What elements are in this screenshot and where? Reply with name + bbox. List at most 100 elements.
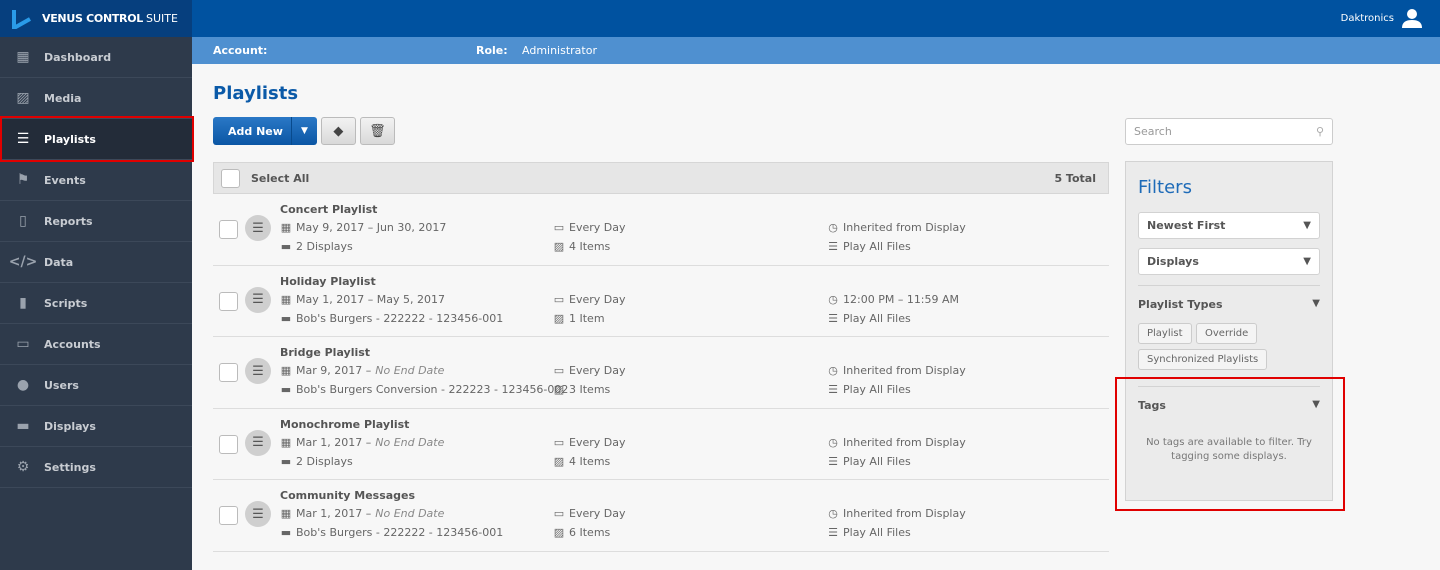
items: ▨ 1 Item [553, 312, 605, 325]
sidebar-item-label: Events [44, 173, 86, 187]
playlist-types-header[interactable]: Playlist Types ▼ [1138, 285, 1320, 311]
page-title: Playlists [213, 83, 299, 104]
playlist-title[interactable]: Community Messages [280, 489, 415, 502]
calendar-icon: ▭ [553, 221, 565, 234]
sidebar-item-label: Displays [44, 419, 96, 433]
row-checkbox[interactable] [219, 363, 238, 382]
add-new-label[interactable]: Add New [213, 117, 292, 145]
playlist-row[interactable]: ☰ Concert Playlist ▦ May 9, 2017 – Jun 30… [213, 194, 1109, 266]
items-text: 3 Items [569, 383, 611, 396]
playlist-row[interactable]: ☰ Bridge Playlist ▦ Mar 9, 2017 – No End D… [213, 337, 1109, 409]
playlist-row[interactable]: ☰ Monochrome Playlist ▦ Mar 1, 2017 – No E… [213, 409, 1109, 480]
logo[interactable]: VENUS CONTROL SUITE [0, 0, 192, 37]
image-icon: ▨ [553, 240, 565, 253]
playlist-title[interactable]: Concert Playlist [280, 203, 377, 216]
sidebar-item-dashboard[interactable]: ▦ Dashboard [0, 37, 192, 78]
date-range-text: Mar 1, 2017 – [296, 435, 372, 449]
list-icon: ☰ [828, 383, 838, 396]
list-icon: ☰ [828, 311, 838, 325]
play-mode-text: Play All Files [843, 383, 911, 396]
role-label: Role: [476, 44, 508, 57]
sidebar-item-label: Users [44, 378, 79, 392]
type-chip-override[interactable]: Override [1196, 323, 1258, 344]
days: ▭ Every Day [553, 364, 626, 377]
date-range: ▦ May 9, 2017 – Jun 30, 2017 [280, 221, 450, 234]
calendar-grid-icon: ▦ [280, 221, 292, 234]
monitor-icon: ▬ [16, 418, 30, 434]
days-text: Every Day [569, 221, 626, 234]
sidebar-item-label: Reports [44, 214, 93, 228]
playlist-title[interactable]: Bridge Playlist [280, 346, 370, 359]
select-all-label[interactable]: Select All [251, 172, 309, 185]
list-icon: ☰ [245, 286, 271, 313]
search-placeholder: Search [1134, 125, 1172, 138]
role-value: Administrator [522, 44, 597, 57]
sidebar-item-settings[interactable]: ⚙ Settings [0, 447, 192, 488]
sidebar-item-reports[interactable]: ▯ Reports [0, 201, 192, 242]
type-chip-playlist[interactable]: Playlist [1138, 323, 1192, 344]
play-mode: ☰ Play All Files [827, 312, 911, 325]
row-checkbox[interactable] [219, 506, 238, 525]
delete-button[interactable]: 🗑 [359, 117, 395, 145]
user-icon [1402, 9, 1422, 28]
row-checkbox[interactable] [219, 434, 238, 454]
playlist-list: Select All 5 Total ☰ Concert Playlist ▦ M… [213, 162, 1109, 552]
document-icon: ▯ [19, 213, 27, 229]
playlist-row[interactable]: ☰ Community Messages ▦ Mar 1, 2017 – No En… [213, 480, 1109, 552]
script-icon: ▮ [19, 295, 27, 311]
items-text: 4 Items [569, 240, 611, 253]
items: ▨ 4 Items [553, 455, 610, 468]
displays-text: Bob's Burgers - 222222 - 123456-001 [296, 311, 504, 325]
sidebar-item-displays[interactable]: ▬ Displays [0, 406, 192, 447]
list-icon: ☰ [828, 454, 838, 468]
add-new-button[interactable]: Add New ▼ [213, 117, 317, 145]
dashboard-icon: ▦ [16, 49, 30, 65]
play-mode-text: Play All Files [843, 526, 911, 539]
playlist-title[interactable]: Holiday Playlist [280, 275, 376, 288]
sidebar-item-label: Settings [44, 460, 96, 474]
end-date-italic: No End Date [375, 435, 445, 449]
displays-text: Bob's Burgers - 222222 - 123456-001 [296, 526, 504, 539]
sidebar-item-data[interactable]: </> Data [0, 242, 192, 283]
playlist-title[interactable]: Monochrome Playlist [280, 418, 409, 431]
play-mode-text: Play All Files [843, 240, 911, 253]
sort-value: Newest First [1147, 219, 1226, 232]
days: ▭ Every Day [553, 507, 626, 520]
displays: ▬ Bob's Burgers - 222222 - 123456-001 [280, 312, 503, 325]
calendar-icon: ▭ [553, 507, 565, 520]
row-checkbox[interactable] [219, 291, 238, 311]
row-checkbox[interactable] [219, 220, 238, 239]
date-range-text: Mar 1, 2017 – [296, 507, 372, 520]
scope-select[interactable]: Displays ▼ [1138, 248, 1320, 275]
type-chip-synchronized[interactable]: Synchronized Playlists [1138, 349, 1268, 370]
image-icon: ▨ [553, 526, 565, 539]
sidebar-item-scripts[interactable]: ▮ Scripts [0, 283, 192, 324]
calendar-grid-icon: ▦ [280, 364, 292, 377]
time: ◷ Inherited from Display [827, 221, 966, 234]
caret-down-icon[interactable]: ▼ [292, 117, 317, 145]
account-bar: Account: Role: Administrator [192, 37, 1440, 64]
user-menu[interactable]: Daktronics [1341, 8, 1422, 28]
sidebar-item-accounts[interactable]: ▭ Accounts [0, 324, 192, 365]
monitor-icon: ▬ [280, 526, 292, 539]
play-mode: ☰ Play All Files [827, 526, 911, 539]
displays-text: 2 Displays [296, 240, 353, 253]
items-text: 4 Items [569, 454, 611, 468]
list-icon: ☰ [828, 526, 838, 539]
caret-down-icon: ▼ [1312, 298, 1320, 309]
days: ▭ Every Day [553, 436, 626, 449]
search-icon[interactable]: ⚲ [1316, 125, 1324, 138]
search-input[interactable]: Search ⚲ [1125, 118, 1333, 145]
sidebar-item-media[interactable]: ▨ Media [0, 78, 192, 119]
select-all-checkbox[interactable] [221, 168, 240, 188]
calendar-grid-icon: ▦ [280, 435, 292, 449]
play-mode-text: Play All Files [843, 454, 911, 468]
displays: ▬ 2 Displays [280, 240, 353, 253]
time-text: Inherited from Display [843, 221, 966, 234]
sort-select[interactable]: Newest First ▼ [1138, 212, 1320, 239]
tag-button[interactable]: ◆ [320, 117, 356, 145]
sidebar-item-users[interactable]: ● Users [0, 365, 192, 406]
displays: ▬ 2 Displays [280, 455, 353, 468]
playlist-row[interactable]: ☰ Holiday Playlist ▦ May 1, 2017 – May 5,… [213, 266, 1109, 337]
sidebar-item-events[interactable]: ⚑ Events [0, 160, 192, 201]
